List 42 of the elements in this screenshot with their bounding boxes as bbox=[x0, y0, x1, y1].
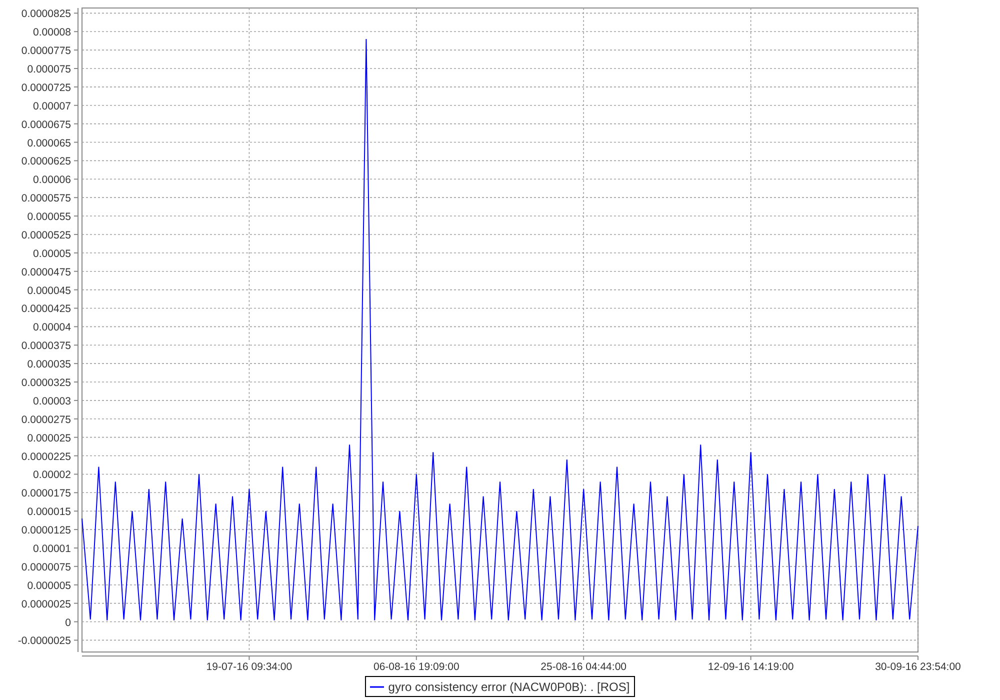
axis-tick-label: 0.000025 bbox=[27, 432, 71, 444]
axis-tick-label: 0.0000075 bbox=[21, 561, 71, 574]
axis-tick-label: 0.0000575 bbox=[21, 192, 71, 205]
axis-tick-label: 0.0000375 bbox=[21, 340, 71, 352]
axis-tick-label: 0.0000525 bbox=[21, 229, 71, 242]
axis-tick-label: 0.000075 bbox=[27, 64, 71, 76]
axis-tick-label: 0.00001 bbox=[33, 542, 71, 555]
axis-tick-label: 30-09-16 23:54:00 bbox=[875, 661, 961, 673]
axis-tick-label: 0.00002 bbox=[33, 469, 71, 482]
axis-tick-label: 0.000045 bbox=[27, 284, 71, 297]
axis-tick-label: 0.00003 bbox=[33, 395, 71, 408]
axis-tick-label: 0.0000325 bbox=[21, 377, 71, 389]
axis-tick-label: 0.000015 bbox=[27, 506, 71, 518]
axis-tick-label: 0.0000175 bbox=[21, 488, 71, 500]
axis-tick-label: 0.000035 bbox=[27, 358, 71, 371]
axis-tick-label: 0 bbox=[65, 616, 71, 629]
axis-tick-label: 0.0000025 bbox=[21, 598, 71, 610]
axis-tick-label: 0.0000625 bbox=[21, 156, 71, 168]
axis-tick-label: 0.0000225 bbox=[21, 450, 71, 463]
axis-tick-label: 0.0000425 bbox=[21, 303, 71, 316]
legend-line-icon bbox=[370, 686, 384, 688]
axis-tick-label: 0.000055 bbox=[27, 211, 71, 224]
axis-tick-label: 0.000065 bbox=[27, 137, 71, 150]
axis-tick-label: 12-09-16 14:19:00 bbox=[708, 661, 794, 673]
axis-tick-label: 0.00004 bbox=[33, 322, 71, 334]
axis-tick-label: 06-08-16 19:09:00 bbox=[373, 661, 460, 673]
axis-tick-label: 0.0000275 bbox=[21, 414, 71, 426]
axis-tick-label: 0.0000125 bbox=[21, 524, 71, 537]
axis-tick-label: 0.000005 bbox=[27, 580, 71, 592]
axis-tick-label: -0.0000025 bbox=[18, 635, 71, 648]
axis-tick-label: 0.00008 bbox=[33, 26, 71, 39]
axis-tick-label: 19-07-16 09:34:00 bbox=[206, 661, 292, 673]
axis-tick-label: 0.0000775 bbox=[21, 45, 71, 58]
axis-tick-label: 0.00005 bbox=[33, 248, 71, 260]
legend-label: gyro consistency error (NACW0P0B): . [ROS] bbox=[388, 678, 630, 696]
axis-tick-label: 0.0000675 bbox=[21, 118, 71, 131]
axis-tick-label: 25-08-16 04:44:00 bbox=[540, 661, 627, 673]
axis-tick-label: 0.0000825 bbox=[21, 8, 71, 20]
axis-tick-label: 0.0000725 bbox=[21, 82, 71, 94]
axis-tick-label: 0.0000475 bbox=[21, 266, 71, 278]
axis-tick-label: 0.00007 bbox=[33, 100, 71, 112]
axis-tick-label: 0.00006 bbox=[33, 174, 71, 186]
